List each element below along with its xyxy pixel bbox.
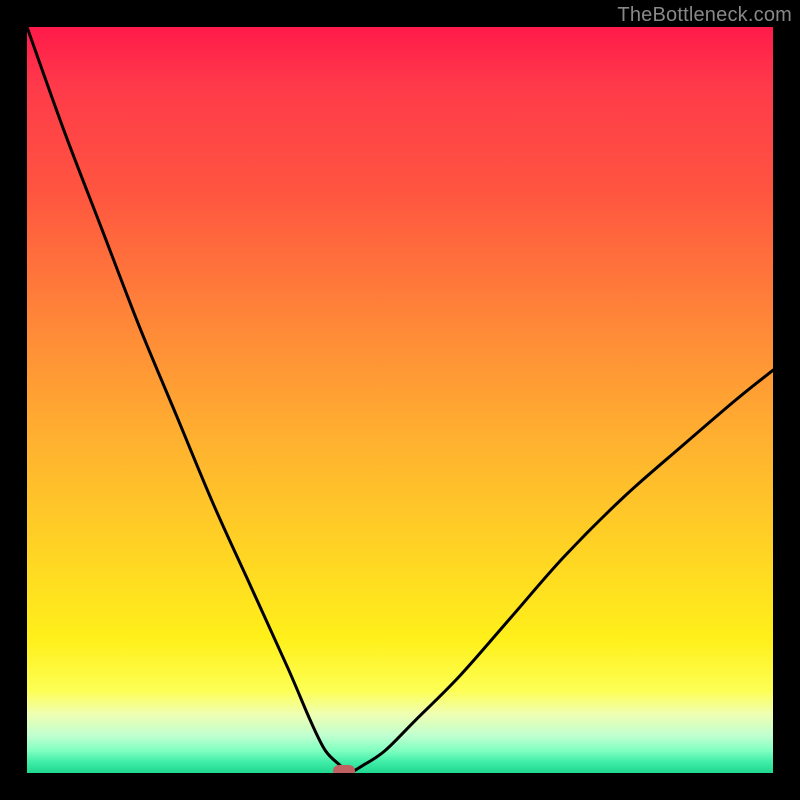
plot-area: [27, 27, 773, 773]
bottleneck-curve: [27, 27, 773, 773]
optimal-marker: [333, 765, 355, 773]
watermark-text: TheBottleneck.com: [617, 4, 792, 27]
chart-frame: TheBottleneck.com: [0, 0, 800, 800]
